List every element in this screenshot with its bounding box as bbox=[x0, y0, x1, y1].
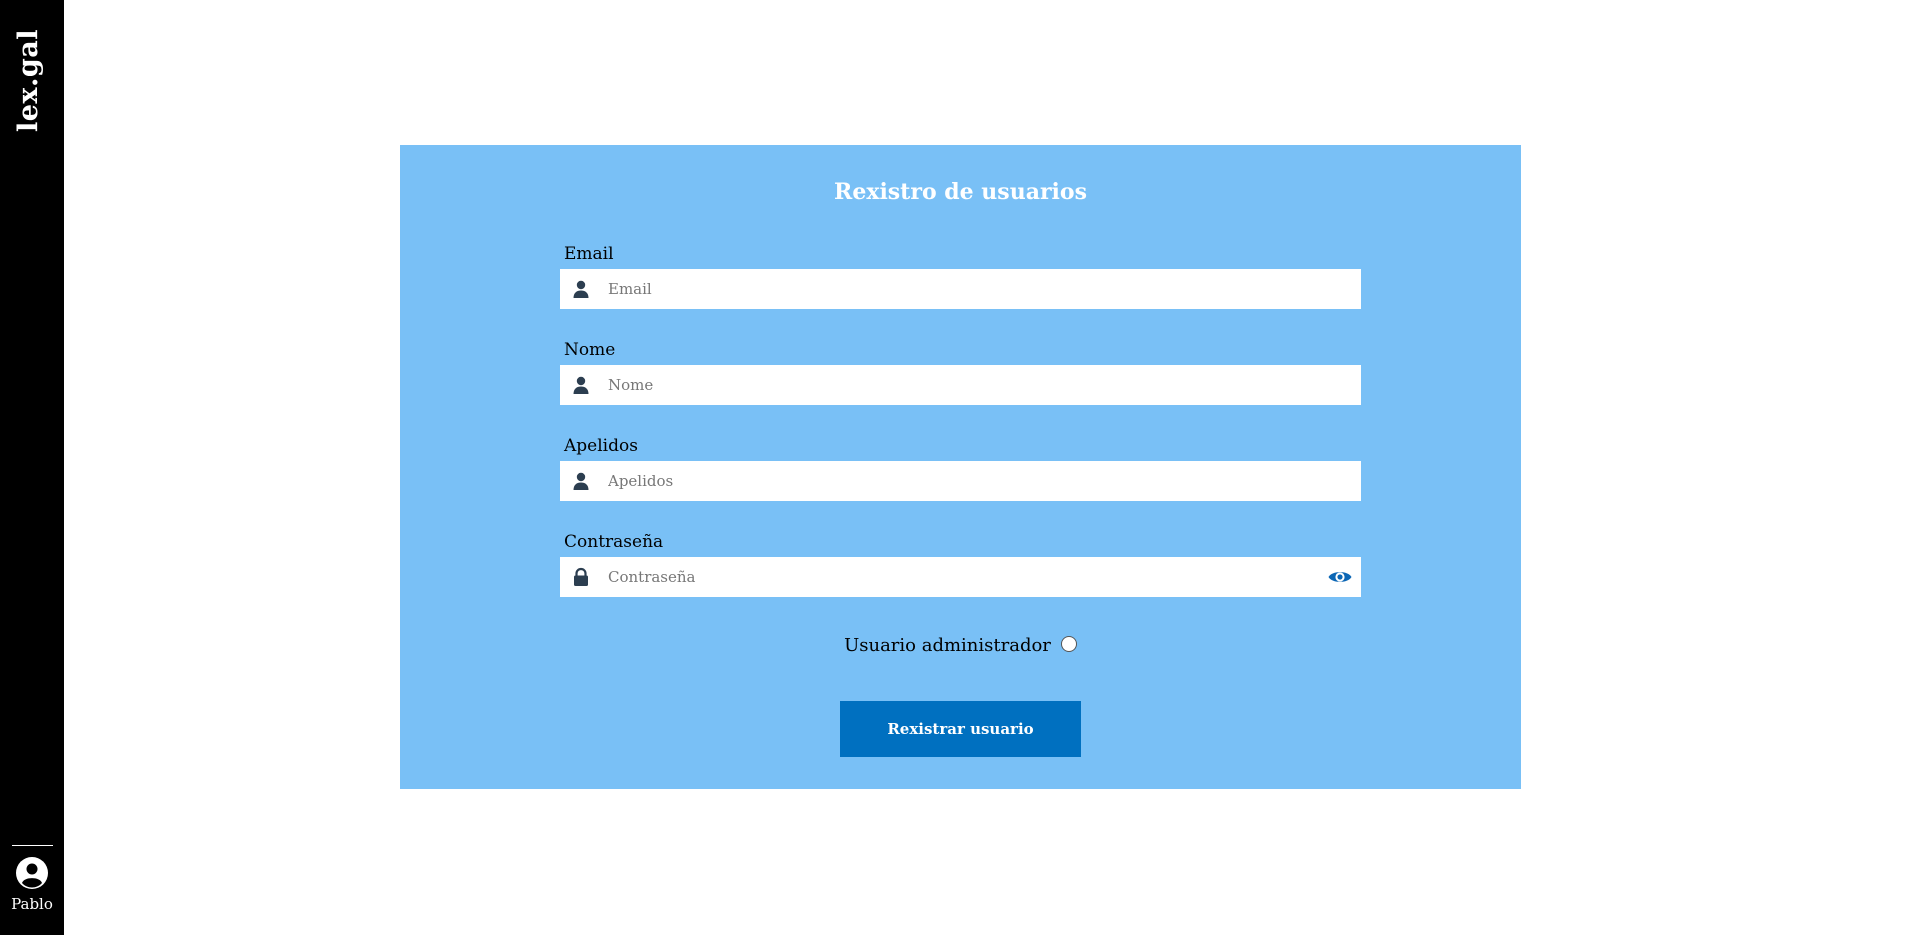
name-field-group: Nome bbox=[560, 339, 1361, 405]
eye-icon[interactable] bbox=[1327, 565, 1353, 589]
surname-input[interactable] bbox=[608, 461, 1308, 501]
sidebar-divider bbox=[12, 845, 53, 846]
user-circle-icon[interactable] bbox=[15, 856, 49, 890]
person-icon bbox=[573, 472, 589, 490]
email-label: Email bbox=[564, 244, 614, 264]
user-menu[interactable]: Pablo bbox=[0, 856, 64, 913]
logo[interactable]: lex.gal bbox=[13, 22, 44, 132]
admin-radio[interactable] bbox=[1060, 636, 1077, 652]
password-input-wrap bbox=[560, 557, 1361, 597]
register-user-button[interactable]: Rexistrar usuario bbox=[840, 701, 1081, 757]
lock-icon bbox=[574, 567, 588, 586]
surname-input-wrap bbox=[560, 461, 1361, 501]
name-input[interactable] bbox=[608, 365, 1308, 405]
password-label: Contraseña bbox=[564, 532, 664, 552]
email-input[interactable] bbox=[608, 269, 1308, 309]
password-input[interactable] bbox=[608, 557, 1308, 597]
email-field-group: Email bbox=[560, 243, 1361, 309]
person-icon bbox=[573, 280, 589, 298]
person-icon bbox=[573, 376, 589, 394]
surname-field-group: Apelidos bbox=[560, 435, 1361, 501]
password-field-group: Contraseña bbox=[560, 531, 1361, 597]
name-input-wrap bbox=[560, 365, 1361, 405]
admin-label: Usuario administrador bbox=[844, 635, 1051, 656]
admin-toggle-row: Usuario administrador bbox=[400, 635, 1521, 656]
sidebar: lex.gal Pablo bbox=[0, 0, 64, 935]
name-label: Nome bbox=[564, 340, 616, 360]
page-title: Rexistro de usuarios bbox=[834, 179, 1087, 205]
surname-label: Apelidos bbox=[564, 436, 638, 456]
email-input-wrap bbox=[560, 269, 1361, 309]
registration-panel: Rexistro de usuarios Email Nome Apelidos bbox=[400, 145, 1521, 789]
user-name: Pablo bbox=[11, 895, 53, 913]
